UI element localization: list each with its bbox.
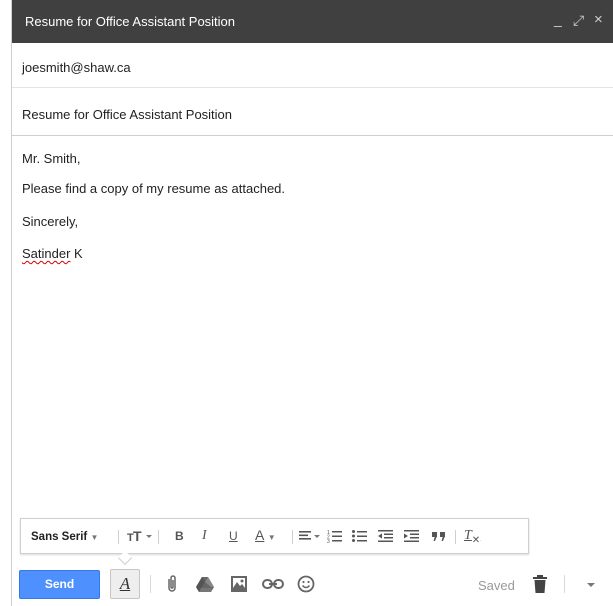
trash-icon[interactable] (532, 574, 548, 594)
indent-more-button[interactable] (404, 528, 420, 548)
font-family-label: Sans Serif (31, 531, 88, 543)
more-options-icon[interactable] (586, 581, 596, 589)
misspelled-word[interactable]: Satinder (22, 246, 70, 261)
remove-formatting-icon: ✕ (471, 534, 481, 546)
drive-icon[interactable] (195, 574, 215, 594)
divider (150, 575, 151, 593)
formatting-options-button[interactable]: A (110, 569, 140, 599)
remove-formatting-label: T (464, 528, 472, 543)
close-icon[interactable]: × (594, 12, 603, 28)
quote-icon (432, 532, 445, 541)
signature-rest: K (70, 246, 83, 261)
font-family-select[interactable]: Sans Serif ▼ (31, 529, 98, 546)
numbered-list-icon: 123 (327, 530, 342, 545)
expand-icon[interactable]: ⤢ (573, 12, 584, 28)
underline-button[interactable]: U (229, 528, 238, 544)
attach-icon[interactable] (162, 574, 182, 594)
divider (455, 530, 456, 544)
font-size-icon: TT (127, 528, 152, 544)
saved-status: Saved (478, 578, 515, 593)
divider (158, 530, 159, 544)
compose-title: Resume for Office Assistant Position (25, 14, 236, 29)
chevron-down-icon: ▼ (90, 533, 99, 542)
quote-button[interactable] (431, 528, 447, 548)
bulleted-list-button[interactable] (352, 528, 368, 548)
body-line: Please find a copy of my resume as attac… (22, 181, 286, 196)
compose-titlebar[interactable]: Resume for Office Assistant Position _ ⤢… (12, 0, 613, 43)
text-color-button[interactable]: A ▼ (255, 527, 276, 546)
to-recipient: joesmith@shaw.ca (22, 60, 131, 75)
indent-less-icon (378, 530, 393, 542)
emoji-icon[interactable] (296, 574, 316, 594)
to-field[interactable]: joesmith@shaw.ca (12, 43, 613, 88)
body-signature: Satinder K (22, 246, 83, 261)
align-button[interactable] (299, 528, 321, 548)
align-left-icon (299, 531, 320, 540)
photo-icon[interactable] (229, 574, 249, 594)
compose-bottom-toolbar: Send A Saved (12, 561, 613, 606)
send-button[interactable]: Send (19, 570, 100, 599)
svg-text:T: T (133, 528, 142, 544)
subject-field[interactable]: Resume for Office Assistant Position (12, 88, 613, 136)
bulleted-list-icon (352, 530, 367, 542)
formatting-toolbar: Sans Serif ▼ TT B I U A ▼ 123 T✕ (20, 518, 529, 566)
indent-more-icon (404, 530, 419, 542)
divider (564, 575, 565, 593)
divider (118, 530, 119, 544)
text-color-label: A (255, 527, 265, 543)
divider (292, 530, 293, 544)
numbered-list-button[interactable]: 123 (327, 528, 343, 548)
body-greeting: Mr. Smith, (22, 151, 81, 166)
formatting-icon: A (119, 574, 131, 593)
indent-less-button[interactable] (378, 528, 394, 548)
italic-button[interactable]: I (202, 528, 207, 544)
compose-window: Resume for Office Assistant Position _ ⤢… (11, 0, 613, 606)
minimize-icon[interactable]: _ (554, 11, 562, 27)
font-size-button[interactable]: TT (127, 528, 153, 548)
svg-text:3: 3 (327, 539, 330, 544)
subject-value: Resume for Office Assistant Position (22, 107, 233, 122)
body-closing: Sincerely, (22, 214, 79, 229)
chevron-down-icon: ▼ (267, 533, 276, 542)
remove-formatting-button[interactable]: T✕ (464, 528, 480, 549)
link-icon[interactable] (261, 574, 285, 594)
bold-button[interactable]: B (175, 528, 184, 544)
